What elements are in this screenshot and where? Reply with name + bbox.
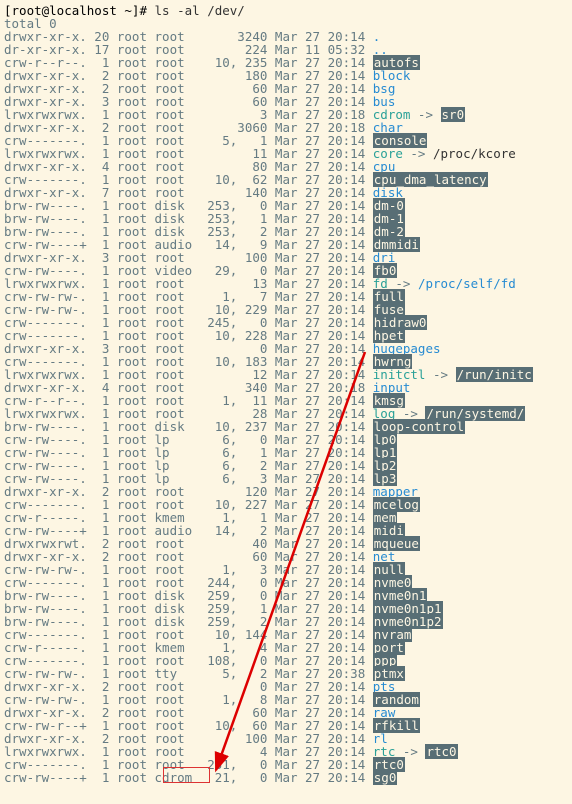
command-text: ls -al /dev/	[155, 3, 245, 18]
prompt-line: [root@localhost ~]# ls -al /dev/	[4, 4, 568, 17]
terminal-output: [root@localhost ~]# ls -al /dev/ total 0…	[4, 4, 568, 784]
file-name: sg0	[373, 770, 398, 785]
listing-row: crw-rw----+ 1 root cdrom 21, 0 Mar 27 20…	[4, 771, 568, 784]
file-listing: drwxr-xr-x. 20 root root 3240 Mar 27 20:…	[4, 30, 568, 784]
